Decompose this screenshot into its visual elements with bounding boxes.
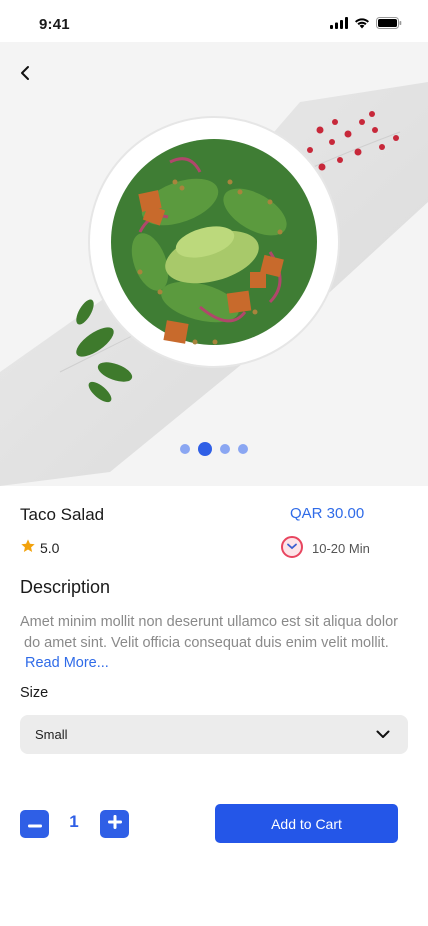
decrease-quantity-button[interactable] — [20, 810, 49, 838]
battery-icon — [376, 16, 402, 34]
signal-icon — [330, 16, 348, 34]
prep-time-value: 10-20 Min — [312, 541, 370, 556]
increase-quantity-button[interactable] — [100, 810, 129, 838]
carousel-indicators — [0, 442, 428, 456]
carousel-dot[interactable] — [238, 444, 248, 454]
minus-icon — [27, 815, 42, 833]
add-to-cart-button[interactable]: Add to Cart — [215, 804, 398, 843]
product-rating: 5.0 — [20, 538, 59, 557]
size-label: Size — [20, 685, 49, 701]
description-line-2: do amet sint. Velit officia consequat du… — [24, 635, 389, 651]
carousel-dot-active[interactable] — [198, 442, 212, 456]
size-selected-value: Small — [35, 727, 68, 742]
status-bar: 9:41 — [0, 0, 428, 42]
size-dropdown[interactable]: Small — [20, 715, 408, 754]
carousel-dot[interactable] — [180, 444, 190, 454]
prep-time: 10-20 Min — [280, 535, 370, 562]
status-icons — [330, 16, 402, 34]
chevron-down-icon — [376, 727, 390, 742]
carousel-dot[interactable] — [220, 444, 230, 454]
plus-icon — [107, 814, 122, 834]
star-icon — [20, 538, 36, 557]
clock-icon — [280, 535, 304, 562]
description-line-1: Amet minim mollit non deserunt ullamco e… — [20, 614, 398, 630]
product-price: QAR 30.00 — [290, 505, 365, 522]
back-button[interactable] — [12, 62, 38, 88]
rating-value: 5.0 — [40, 539, 60, 556]
read-more-link[interactable]: Read More... — [25, 655, 109, 671]
chevron-left-icon — [19, 65, 31, 86]
wifi-icon — [354, 16, 370, 34]
description-text: Amet minim mollit non deserunt ullamco e… — [20, 612, 428, 654]
description-heading: Description — [20, 577, 111, 597]
product-image-carousel[interactable] — [0, 42, 428, 486]
quantity-value: 1 — [69, 812, 79, 831]
product-title: Taco Salad — [20, 505, 105, 524]
salad-photo — [0, 42, 428, 486]
status-time: 9:41 — [39, 16, 70, 33]
